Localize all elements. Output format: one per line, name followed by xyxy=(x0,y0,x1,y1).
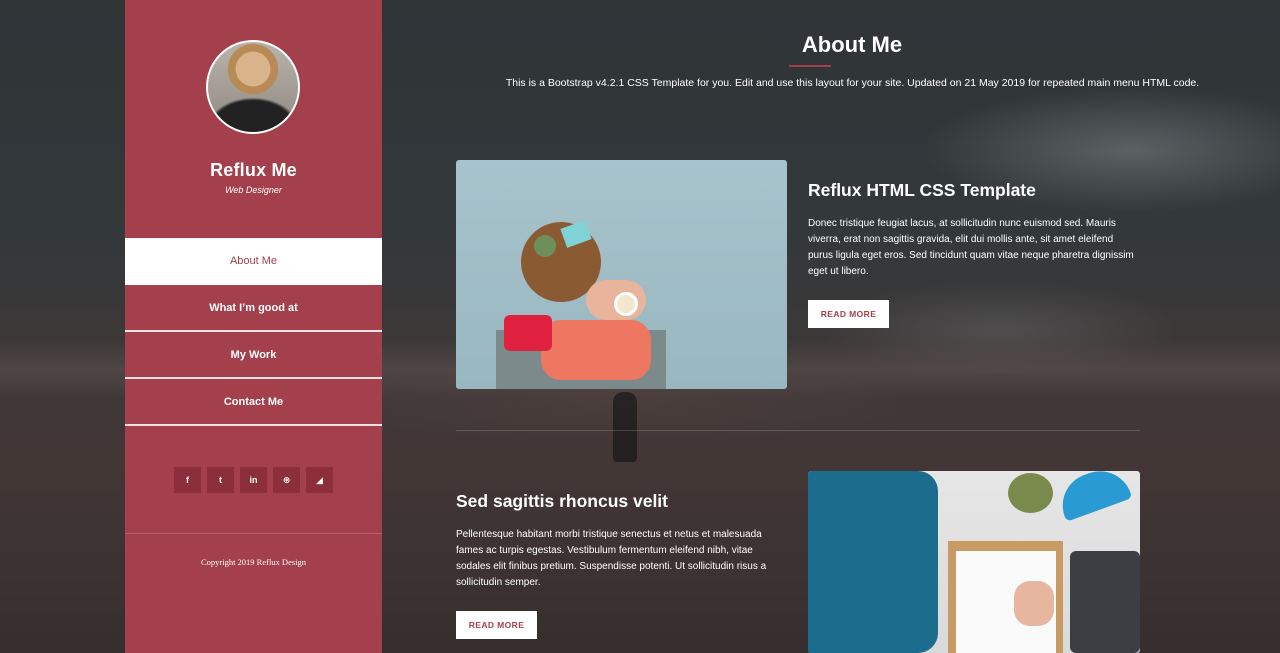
facebook-icon[interactable]: f xyxy=(174,467,201,493)
sidebar-divider xyxy=(125,533,382,534)
intro-text: This is a Bootstrap v4.2.1 CSS Template … xyxy=(505,77,1200,89)
section-divider xyxy=(456,430,1140,431)
card-text: Donec tristique feugiat lacus, at sollic… xyxy=(808,218,1134,277)
card-image-cafe xyxy=(456,160,787,389)
title-underline xyxy=(789,65,831,67)
read-more-button[interactable]: READ MORE xyxy=(456,611,537,639)
linkedin-icon[interactable]: in xyxy=(240,467,267,493)
main-content: About Me This is a Bootstrap v4.2.1 CSS … xyxy=(382,0,1280,653)
page-title: About Me xyxy=(801,32,903,57)
avatar xyxy=(206,40,300,134)
nav-item-what-im-good-at[interactable]: What I’m good at xyxy=(125,285,382,332)
nav-item-my-work[interactable]: My Work xyxy=(125,332,382,379)
rss-icon[interactable]: ◢ xyxy=(306,467,333,493)
brand-role: Web Designer xyxy=(225,185,282,195)
nav-item-about-me[interactable]: About Me xyxy=(125,238,382,285)
card-title: Sed sagittis rhoncus velit xyxy=(456,491,668,511)
nav-item-contact-me[interactable]: Contact Me xyxy=(125,379,382,426)
brand-name: Reflux Me xyxy=(210,160,297,180)
social-links: f t in ⊛ ◢ xyxy=(125,467,382,493)
dribbble-icon[interactable]: ⊛ xyxy=(273,467,300,493)
read-more-button[interactable]: READ MORE xyxy=(808,300,889,328)
card-image-desk xyxy=(808,471,1140,653)
main-menu: About Me What I’m good at My Work Contac… xyxy=(125,238,382,426)
twitter-icon[interactable]: t xyxy=(207,467,234,493)
sidebar: Reflux Me Web Designer About Me What I’m… xyxy=(125,0,382,653)
copyright: Copyright 2019 Reflux Design xyxy=(200,557,307,567)
card-title: Reflux HTML CSS Template xyxy=(808,180,1036,200)
card-text: Pellentesque habitant morbi tristique se… xyxy=(456,529,767,588)
